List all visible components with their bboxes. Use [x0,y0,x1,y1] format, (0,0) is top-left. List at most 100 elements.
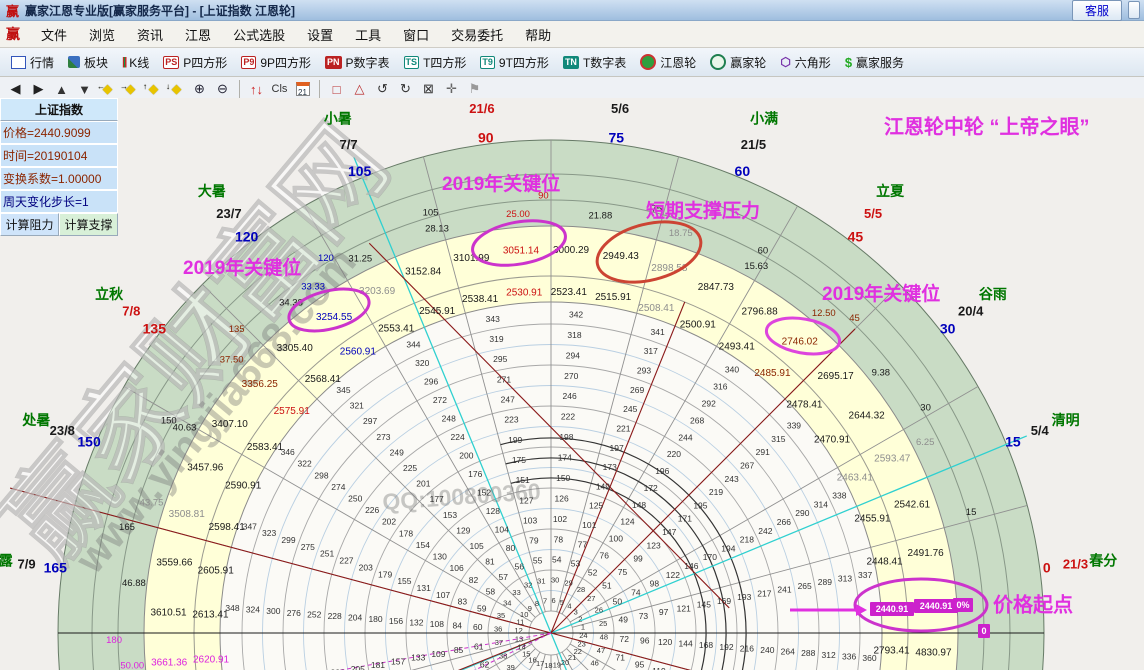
rotate-cw-icon[interactable]: ↻ [395,79,416,99]
spiral-number: 240 [760,645,774,655]
spiral-number: 50 [613,596,623,606]
spiral-number: 342 [569,309,583,319]
menu-item-5[interactable]: 设置 [296,22,344,47]
pan-down-icon[interactable]: ◆ ↓ [166,79,187,99]
price-level-outer: 2847.73 [698,282,735,293]
toolbar-blocks-button[interactable]: 板块 [61,50,115,74]
toolbar-quote-grid-button[interactable]: 行情 [4,50,61,74]
blocks-icon [68,56,81,68]
spiral-number: 290 [795,508,809,518]
pan-left-icon[interactable]: ◆ ← [97,79,118,99]
price-level-inner: 2560.91 [340,346,377,357]
spiral-number: 119 [652,666,666,670]
toolbar-dollar-button[interactable]: $ 赢家服务 [838,50,911,74]
spiral-number: 84 [453,621,463,631]
menu-item-6[interactable]: 工具 [344,22,392,47]
menu-item-8[interactable]: 交易委托 [440,22,514,47]
toolbar-label: 9T四方形 [498,55,549,70]
spiral-number: 247 [501,394,515,404]
spiral-number: 18 [544,661,552,670]
menu-item-2[interactable]: 资讯 [126,22,174,47]
nav-up-icon[interactable]: ▲ [51,79,72,99]
pan-right-icon[interactable]: ◆ → [120,79,141,99]
menu-item-9[interactable]: 帮助 [514,22,562,47]
spiral-number: 244 [678,432,692,442]
nav-forward-icon[interactable]: ▶ [28,79,49,99]
spiral-number: 169 [717,596,731,606]
spiral-number: 132 [409,617,423,627]
spiral-number: 145 [697,600,711,610]
menu-item-1[interactable]: 浏览 [78,22,126,47]
menu-item-4[interactable]: 公式选股 [222,22,296,47]
spiral-number: 269 [630,385,644,395]
price-level-inner: 2455.91 [854,514,891,525]
spiral-number: 248 [442,414,456,424]
fit-screen-icon[interactable]: ✛ [441,79,462,99]
wheel-icon [640,54,657,70]
spiral-number: 294 [566,350,580,360]
spiral-number: 151 [516,475,530,485]
pan-up-icon[interactable]: ◆ ↑ [143,79,164,99]
toolbar-wheel-button[interactable]: 江恩轮 [633,50,703,74]
price-level-outer: 2542.61 [894,500,931,511]
date-label: 20/4 [958,303,984,318]
toolbar-TN-button[interactable]: TN T数字表 [556,50,633,74]
spiral-number: 291 [756,447,770,457]
price-level-outer: 3407.10 [212,419,249,430]
toolbar-TS-button[interactable]: TS T四方形 [397,50,474,74]
spiral-number: 288 [801,648,815,658]
toolbar-label: P数字表 [345,55,390,70]
spiral-number: 200 [459,451,473,461]
spiral-number: 295 [493,354,507,364]
toolbar-PN-button[interactable]: PN P数字表 [318,50,397,74]
snapshot-icon[interactable]: ⚑ [464,79,485,99]
customer-service-button[interactable]: 客服 [1071,0,1122,21]
spiral-number: 198 [559,432,573,442]
percent-level: 31.25 [348,253,372,264]
toolbar-wheel2-button[interactable]: 赢家轮 [703,50,773,74]
zoom-out-icon[interactable]: ⊖ [212,79,233,99]
calc-support-button[interactable]: 计算支撑 [59,213,118,236]
spiral-number: 270 [564,371,578,381]
toolbar-PS-button[interactable]: PS P四方形 [156,50,234,74]
nav-down-icon[interactable]: ▼ [74,79,95,99]
outer-angle-number: 75 [608,129,624,145]
calc-resistance-button[interactable]: 计算阻力 [0,213,59,236]
spiral-number: 203 [359,562,373,572]
gann-wheel-chart[interactable]: 赢家财富网www.yingjia668.com QQ:10080036012345… [0,98,1144,670]
spiral-number: 6 [551,596,555,605]
panel-row-1: 时间=20190104 [0,144,118,167]
delete-box-icon[interactable]: ⊠ [418,79,439,99]
solar-term-label: 清明 [1052,412,1080,428]
rect-tool-icon[interactable]: □ [326,79,347,99]
spiral-number: 157 [391,656,405,666]
toolbar-P9-button[interactable]: P9 9P四方形 [234,50,318,74]
nav-back-icon[interactable]: ◀ [5,79,26,99]
titlebar-extra-button[interactable] [1128,1,1140,19]
menu-item-7[interactable]: 窗口 [392,22,440,47]
spiral-number: 85 [454,645,464,655]
price-level-outer: 2796.88 [742,306,779,317]
spiral-number: 96 [640,635,650,645]
spiral-number: 39 [507,663,515,670]
menu-item-3[interactable]: 江恩 [174,22,222,47]
price-scale-icon[interactable]: ↑↓ [246,79,267,99]
price-level-inner: 2793.41 [873,645,910,656]
spiral-number: 344 [406,340,420,350]
zoom-in-icon[interactable]: ⊕ [189,79,210,99]
menu-item-0[interactable]: 文件 [30,22,78,47]
rotate-ccw-icon[interactable]: ↺ [372,79,393,99]
price-level-inner: 2613.41 [192,610,229,621]
spiral-number: 52 [588,567,598,577]
toolbar-hexagon-button[interactable]: ⬡ 六角形 [773,50,838,74]
calendar-icon[interactable]: 21 [292,79,313,99]
triangle-tool-icon[interactable]: △ [349,79,370,99]
toolbar-T9-button[interactable]: T9 9T四方形 [473,50,556,74]
toolbar-kline-button[interactable]: ||| K线 [115,50,156,74]
price-level-outer: 3051.14 [503,246,540,257]
gann-wheel-area[interactable]: 赢家财富网 www.yingjia668.com QQ:100800360 1 2 3 4 5… [0,98,1144,670]
cls-button[interactable]: Cls [269,79,290,99]
outer-angle-number: 45 [848,228,864,244]
spiral-number: 313 [838,574,852,584]
degree-label: 150 [161,416,177,427]
